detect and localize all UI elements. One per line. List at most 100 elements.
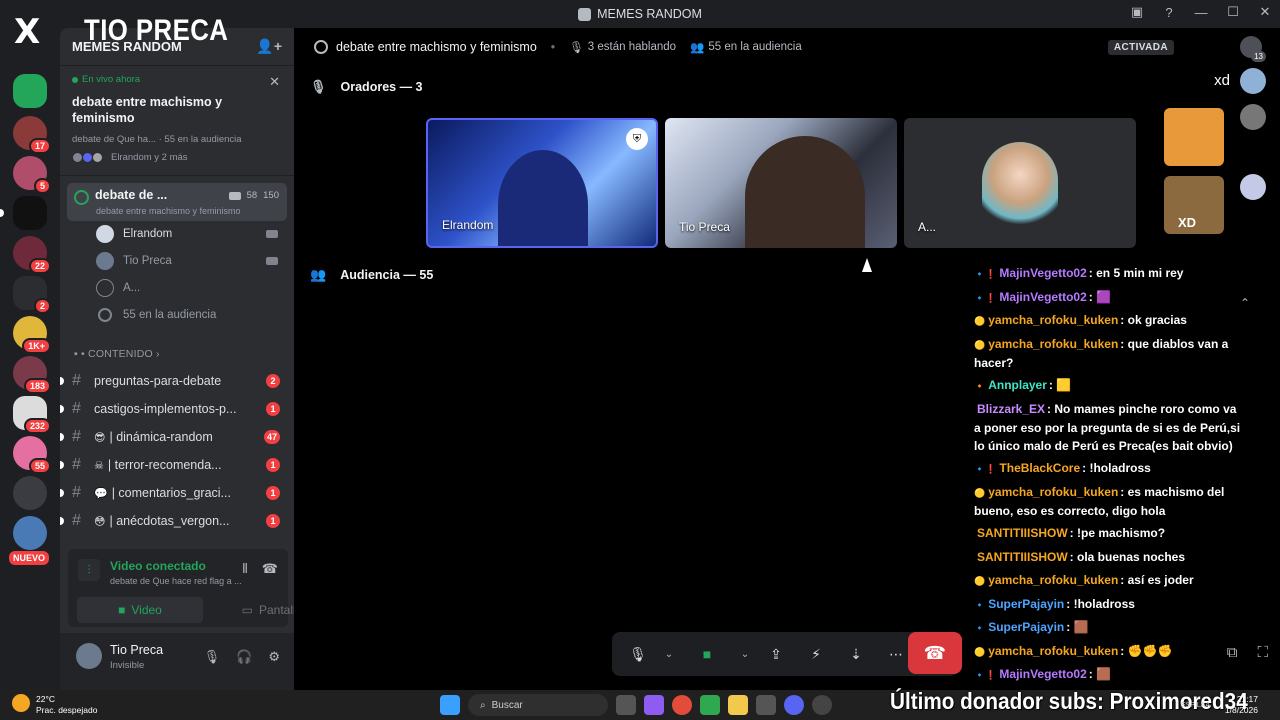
disconnect-icon[interactable]: ☎	[262, 561, 278, 577]
server-kick[interactable]	[13, 74, 47, 108]
close-icon[interactable]: ✕	[269, 74, 280, 90]
chat-username: yamcha_rofoku_kuken	[988, 643, 1119, 658]
language-indicator[interactable]: ESP LAA	[1181, 702, 1210, 709]
channel-item[interactable]: # castigos-implementos-p... 1	[60, 397, 286, 421]
chat-message: 🔹❗ MajinVegetto02: 🟫	[974, 665, 1244, 684]
avatar[interactable]	[76, 643, 102, 669]
channel-emoji: 😎	[94, 431, 106, 444]
speaker-tile[interactable]: A...	[904, 118, 1136, 248]
windows-start-icon[interactable]	[440, 695, 460, 715]
gear-icon[interactable]: ⚙	[268, 649, 280, 665]
channel-item[interactable]: # ☠ | terror-recomenda... 1	[60, 453, 286, 477]
speaker-tile[interactable]: Tio Preca	[665, 118, 897, 248]
chat-text: : !holadross	[1082, 461, 1151, 475]
hash-icon: #	[72, 456, 81, 473]
signal-icon[interactable]: ⫶	[78, 559, 100, 581]
user-name[interactable]: Tio Preca	[110, 643, 163, 657]
microphone-icon: 🎙	[569, 42, 584, 54]
camera-icon	[228, 191, 241, 200]
chat-badges: 🟡	[974, 316, 986, 326]
audience-row[interactable]: 55 en la audiencia	[96, 305, 286, 325]
channel-item[interactable]: # 😎 | dinámica-random 47	[60, 425, 286, 449]
soundboard-icon[interactable]: ⦀	[242, 561, 248, 577]
stage-counts: 58 150	[228, 190, 279, 201]
mention-badge: 1	[266, 486, 280, 500]
server-9[interactable]: 232	[13, 396, 51, 434]
clock[interactable]: 21:17 1/8/2026	[1225, 694, 1258, 716]
chrome-icon[interactable]	[672, 695, 692, 715]
discord-icon[interactable]	[784, 695, 804, 715]
thumb-text: XD	[1178, 215, 1197, 230]
fullscreen-icon[interactable]: ⛶	[1257, 644, 1268, 661]
server-7[interactable]: 1K+	[13, 316, 51, 354]
obs-icon[interactable]	[812, 695, 832, 715]
inbox-icon[interactable]: ▣	[1128, 4, 1146, 20]
stage-channel-name: debate de ...	[95, 188, 168, 202]
headphones-icon[interactable]: 🎧	[236, 649, 252, 665]
voice-status[interactable]: Video conectado	[110, 559, 206, 573]
weather-widget[interactable]: 22°C Prac. despejado	[12, 694, 97, 716]
video-button[interactable]: ■ Video	[77, 597, 203, 623]
chat-username: MajinVegetto02	[999, 289, 1087, 304]
task-view-icon[interactable]	[616, 695, 636, 715]
notification-avatar[interactable]: 13	[1240, 36, 1266, 62]
server-badge: 1K+	[22, 338, 51, 354]
server-12[interactable]	[13, 516, 47, 550]
voice-member[interactable]: A...	[96, 278, 286, 298]
server-3[interactable]: 5	[13, 156, 51, 194]
server-6[interactable]: 2	[13, 276, 51, 314]
channel-item[interactable]: # 😳 | anécdotas_vergon... 1	[60, 509, 286, 533]
help-icon[interactable]: ?	[1160, 5, 1178, 20]
stage-card-title: debate entre machismo y feminismo	[72, 95, 223, 125]
move-to-audience-icon[interactable]: ⇣	[840, 638, 872, 670]
headphones-icon	[98, 308, 112, 322]
taskbar-search[interactable]: ⌕ Buscar	[468, 694, 608, 716]
server-8[interactable]: 183	[13, 356, 51, 394]
server-11[interactable]	[13, 476, 47, 510]
maximize-button[interactable]: ☐	[1224, 4, 1242, 20]
chevron-down-icon[interactable]: ⌄	[738, 638, 752, 670]
xd-text: xd	[1214, 72, 1230, 89]
camera-button[interactable]: ■	[684, 638, 730, 670]
speaker-tile[interactable]: ⛨ Elrandom	[426, 118, 658, 248]
copilot-icon[interactable]	[644, 695, 664, 715]
chat-username: SANTITIIISHOW	[977, 526, 1068, 540]
voice-member[interactable]: Tio Preca	[96, 251, 286, 271]
server-5[interactable]: 22	[13, 236, 51, 274]
invite-icon[interactable]: 👤+	[256, 38, 282, 55]
leave-stage-button[interactable]: ☎	[908, 632, 962, 674]
stage-name: debate entre machismo y feminismo	[336, 40, 537, 54]
microphone-button[interactable]: 🎙	[622, 638, 654, 670]
channel-item[interactable]: # 💬 | comentarios_graci... 1	[60, 481, 286, 505]
avatar	[96, 225, 114, 243]
search-icon: ⌕	[480, 699, 486, 711]
channel-name: castigos-implementos-p...	[94, 402, 237, 416]
voice-member[interactable]: Elrandom	[96, 224, 286, 244]
chat-username: TheBlackCore	[999, 461, 1081, 475]
camera-icon	[266, 230, 278, 238]
cam-thumbnail	[1164, 108, 1224, 166]
server-10[interactable]: 55	[13, 436, 51, 474]
chevron-down-icon[interactable]: ⌄	[662, 638, 676, 670]
minecraft-icon[interactable]	[700, 695, 720, 715]
live-stage-card[interactable]: En vivo ahora debate entre machismo y fe…	[60, 66, 294, 176]
activity-icon[interactable]: ⚡	[800, 638, 832, 670]
server-badge: 22	[28, 258, 51, 274]
microphone-icon[interactable]: 🎙	[204, 649, 221, 665]
category-header[interactable]: ▪ • CONTENIDO ›	[74, 348, 160, 360]
folder-icon[interactable]	[728, 695, 748, 715]
audience-icon: 👥	[690, 42, 705, 54]
server-2[interactable]: 17	[13, 116, 51, 154]
minimize-button[interactable]: —	[1192, 5, 1210, 20]
screen-icon: ▭	[241, 603, 253, 617]
close-button[interactable]: ✕	[1256, 4, 1274, 20]
chat-text: : 🟫	[1088, 667, 1112, 681]
channel-item[interactable]: # preguntas-para-debate 2	[60, 369, 286, 393]
store-icon[interactable]	[756, 695, 776, 715]
server-4[interactable]	[0, 196, 47, 230]
stage-channel[interactable]: debate de ... debate entre machismo y fe…	[67, 183, 287, 221]
speakers-header: 🎙 Oradores — 3	[310, 79, 423, 95]
screen-share-icon[interactable]: ⇪	[760, 638, 792, 670]
chat-text: : 🟨	[1048, 378, 1072, 392]
channel-sidebar: MEMES RANDOM 👤+ En vivo ahora debate ent…	[60, 28, 302, 690]
